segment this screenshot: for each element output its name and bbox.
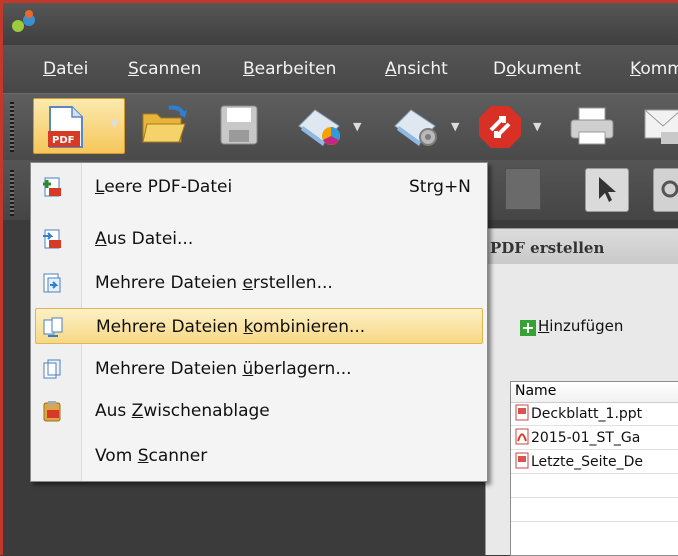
svg-text:PDF: PDF [52, 135, 74, 146]
menu-item-vom-scanner[interactable]: Vom Scanner [35, 438, 483, 474]
print-button[interactable] [563, 98, 621, 154]
chevron-down-icon[interactable]: ▼ [533, 120, 541, 133]
new-pdf-icon: PDF [48, 106, 83, 148]
menu-ansicht[interactable]: Ansicht [385, 59, 448, 79]
chevron-down-icon[interactable]: ▼ [451, 120, 459, 133]
file-row[interactable]: 2015-01_ST_Ga [515, 428, 640, 446]
menu-bearbeiten[interactable]: Bearbeiten [243, 59, 336, 79]
arrow-pointer-icon [508, 173, 538, 205]
select-tool-button[interactable] [505, 168, 541, 210]
pdf-create-dialog: PDF erstellen + Hinzufügen Name Deckblatt… [485, 228, 678, 556]
menu-item-mehrere-erstellen[interactable]: Mehrere Dateien erstellen... [35, 265, 483, 301]
plus-icon: + [520, 318, 536, 337]
menu-item-mehrere-ueberlagern[interactable]: Mehrere Dateien überlagern... [35, 351, 483, 387]
print-color-button[interactable]: ▼ [291, 98, 371, 154]
open-button[interactable] [135, 98, 193, 154]
save-button[interactable] [211, 98, 269, 154]
email-icon [644, 109, 678, 144]
save-icon [220, 105, 258, 145]
title-bar [3, 3, 678, 45]
pdf-file-icon [515, 428, 529, 445]
scanner-settings-button[interactable]: ▼ [387, 98, 467, 154]
printer-icon [570, 107, 614, 145]
clipboard-icon [43, 401, 61, 422]
menu-item-zwischenablage[interactable]: Aus Zwischenablage [35, 393, 483, 429]
scanner-color-icon [298, 109, 340, 146]
menu-item-mehrere-kombinieren[interactable]: Mehrere Dateien kombinieren... [35, 308, 483, 344]
ppt-file-icon [515, 452, 529, 469]
convert-arrows-icon [479, 106, 521, 148]
menu-dokument[interactable]: Dokument [493, 59, 581, 79]
column-header-name[interactable]: Name [511, 382, 678, 403]
file-row[interactable]: Deckblatt_1.ppt [515, 404, 642, 422]
zoom-tool-button[interactable] [653, 168, 678, 212]
create-multiple-icon [43, 273, 61, 293]
overlay-files-icon [43, 359, 61, 379]
menu-datei[interactable]: Datei [43, 59, 88, 79]
dialog-title: PDF erstellen [490, 239, 605, 257]
new-pdf-icon [43, 177, 61, 197]
ppt-file-icon [515, 404, 529, 421]
pdf-from-file-icon [43, 229, 61, 249]
app-logo-icon [12, 10, 35, 32]
new-pdf-dropdown-menu: Leere PDF-Datei Strg+N Aus Datei... Mehr… [30, 162, 488, 482]
folder-open-icon [142, 105, 187, 143]
combine-files-icon [43, 317, 63, 337]
toolbar-grip[interactable] [10, 102, 14, 152]
menu-scannen[interactable]: Scannen [128, 59, 201, 79]
shortcut-label: Strg+N [409, 177, 471, 197]
main-toolbar: PDF ▼ ▼ ▼ ▼ [3, 93, 678, 160]
toolbar-grip[interactable] [10, 170, 14, 216]
chevron-down-icon[interactable]: ▼ [353, 120, 361, 133]
pointer-tool-button[interactable] [585, 168, 629, 212]
menu-item-aus-datei[interactable]: Aus Datei... [35, 221, 483, 257]
chevron-down-icon[interactable]: ▼ [110, 117, 118, 130]
menu-kommentare[interactable]: Komm [630, 59, 678, 79]
scanner-settings-icon [394, 109, 437, 146]
menu-item-leere-pdf[interactable]: Leere PDF-Datei Strg+N [35, 169, 483, 205]
menu-bar: Datei Scannen Bearbeiten Ansicht Dokumen… [3, 45, 678, 93]
new-pdf-button[interactable]: PDF ▼ [33, 98, 125, 154]
add-files-button[interactable]: + Hinzufügen [520, 317, 623, 336]
convert-button[interactable]: ▼ [475, 98, 555, 154]
dialog-title-bar: PDF erstellen [486, 229, 678, 264]
file-list[interactable]: Name Deckblatt_1.ppt 2015-01_ST_Ga Letzt… [510, 381, 678, 556]
magnifier-icon [661, 180, 678, 198]
cursor-arrow-icon [599, 177, 616, 202]
file-row[interactable]: Letzte_Seite_De [515, 452, 643, 470]
email-pdf-button[interactable] [635, 98, 678, 154]
